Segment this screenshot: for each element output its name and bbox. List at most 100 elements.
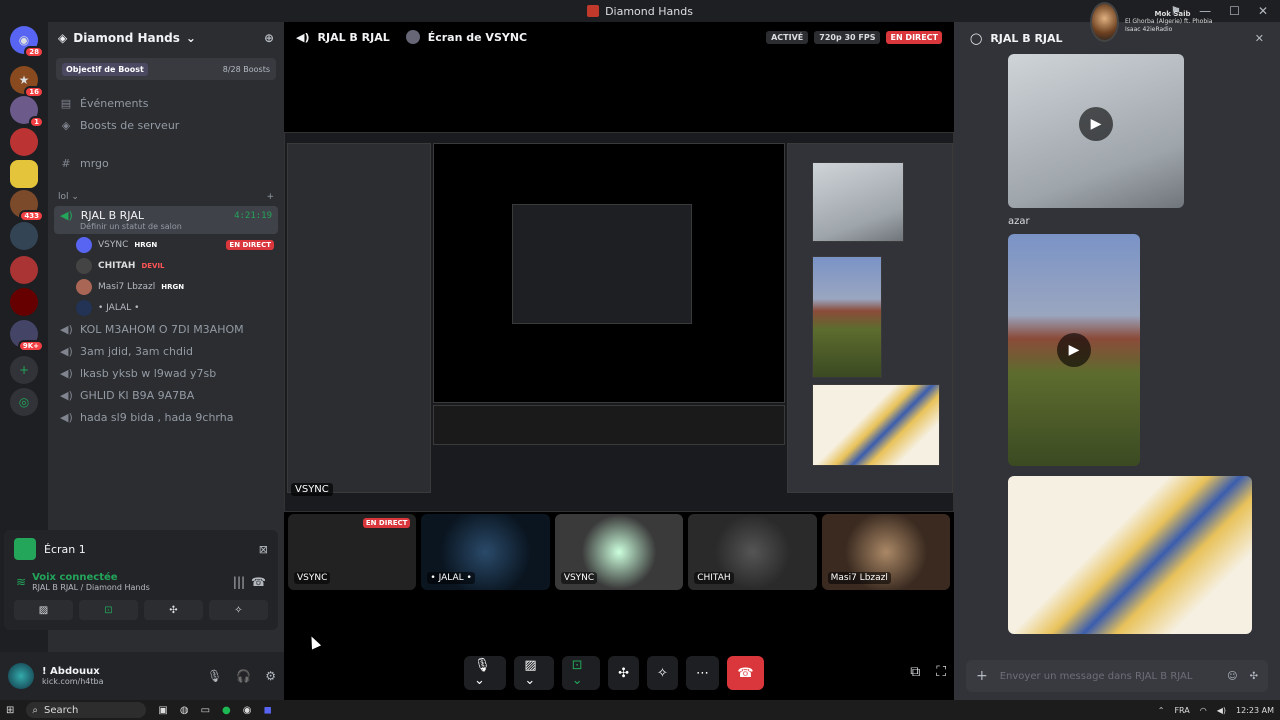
tile-label: • JALAL •	[427, 572, 475, 584]
browser-icon[interactable]: ◍	[180, 705, 189, 716]
invite-icon[interactable]: ⊕	[264, 31, 274, 45]
popout-icon[interactable]: ⧉	[910, 664, 920, 680]
start-icon[interactable]: ⊞	[6, 705, 14, 716]
system-tray: ⌃ FRA ◠ ◀) 12:23 AM	[1158, 706, 1274, 715]
discord-icon[interactable]: ◼	[264, 705, 272, 716]
tile-label: VSYNC	[560, 572, 598, 584]
gear-icon[interactable]: ⚙	[265, 669, 276, 683]
guild-header[interactable]: ◈ Diamond Hands ⌄ ⊕	[48, 22, 284, 54]
stage-header: ◀) RJAL B RJAL Écran de VSYNC ACTIVÉ 720…	[284, 22, 954, 52]
share-screen-button[interactable]: ⊡	[79, 600, 138, 620]
server-icon[interactable]: 433	[10, 190, 44, 222]
participant-tile[interactable]: EN DIRECT VSYNC	[288, 514, 417, 590]
voice-location: RJAL B RJAL / Diamond Hands	[32, 583, 150, 592]
member-name: VSYNC	[98, 239, 129, 250]
participant-tile[interactable]: Masi7 Lbzazl	[821, 514, 951, 590]
shared-screen[interactable]: VSYNC	[284, 132, 954, 512]
microphone-icon[interactable]: 🎙	[207, 669, 222, 683]
play-icon[interactable]: ▶	[1057, 333, 1091, 367]
participant-tile[interactable]: VSYNC	[554, 514, 684, 590]
voice-status: ≋ Voix connectée RJAL B RJAL / Diamond Ha…	[4, 568, 278, 596]
volume-icon[interactable]: ◀)	[1217, 706, 1226, 715]
message-input[interactable]: + Envoyer un message dans RJAL B RJAL ☺ …	[966, 660, 1268, 692]
soundboard-button[interactable]: ✧	[647, 656, 678, 690]
badge: 1	[29, 116, 44, 128]
participant-tile[interactable]: CHITAH	[688, 514, 817, 590]
close-icon[interactable]: ✕	[1255, 32, 1264, 45]
server-icon[interactable]: ★ 16	[10, 66, 44, 98]
clock[interactable]: 12:23 AM	[1236, 706, 1274, 715]
server-icon[interactable]	[10, 256, 38, 284]
voice-member[interactable]: CHITAH DEVIL	[48, 255, 284, 276]
image-attachment[interactable]	[1008, 476, 1252, 634]
taskbar-search[interactable]: ⌕ Search	[26, 702, 147, 718]
video-attachment[interactable]: ▶	[1008, 234, 1140, 466]
voice-member[interactable]: Masi7 Lbzazl HRGN	[48, 276, 284, 297]
apps-icon[interactable]: ✣	[1250, 671, 1258, 682]
chat-bubble-icon: ◯	[970, 31, 983, 45]
taskview-icon[interactable]: ▣	[158, 705, 167, 716]
voice-channel[interactable]: ◀) lkasb yksb w l9wad y7sb	[48, 362, 284, 384]
category-lol[interactable]: lol ⌄ +	[48, 188, 284, 206]
speaker-icon: ◀)	[60, 410, 73, 424]
voice-channel[interactable]: ◀) hada sl9 bida , hada 9chrha	[48, 406, 284, 428]
lang-indicator[interactable]: FRA	[1174, 706, 1189, 715]
quality-badge[interactable]: 720p 30 FPS	[814, 30, 881, 44]
camera-button[interactable]: ▨ ⌄	[514, 656, 554, 690]
play-icon[interactable]: ▶	[1079, 107, 1113, 141]
now-playing-overlay: Mok Saib El Ghorba (Algerie) ft. Phobia I…	[1090, 2, 1220, 42]
participant-tile[interactable]: • JALAL •	[421, 514, 550, 590]
voice-member[interactable]: • JALAL •	[48, 297, 284, 318]
voice-connected-label[interactable]: Voix connectée	[32, 572, 150, 583]
more-icon[interactable]: ⋯	[685, 656, 719, 690]
camera-off-button[interactable]: ▨	[14, 600, 73, 620]
channel-status[interactable]: Définir un statut de salon	[80, 222, 272, 231]
nested-media	[812, 256, 882, 378]
server-icon[interactable]	[10, 288, 38, 316]
disconnect-icon[interactable]: ☎	[251, 575, 266, 589]
share-screen-button[interactable]: ⊡ ⌄	[561, 656, 601, 690]
voice-channel[interactable]: ◀) KOL M3AHOM O 7DI M3AHOM	[48, 318, 284, 340]
avatar[interactable]	[8, 663, 34, 689]
server-icon[interactable]	[10, 222, 38, 250]
server-folder[interactable]: 9K+	[10, 320, 44, 352]
headphones-icon[interactable]: 🎧	[236, 669, 251, 683]
server-boosts-item[interactable]: ◈ Boosts de serveur	[48, 114, 284, 136]
folder-icon[interactable]: ▭	[201, 705, 210, 716]
video-attachment[interactable]: ▶	[1008, 54, 1184, 208]
activities-button[interactable]: ✣	[144, 600, 203, 620]
add-attachment-icon[interactable]: +	[976, 668, 988, 684]
voice-channel[interactable]: ◀) GHLID KI B9A 9A7BA	[48, 384, 284, 406]
spotify-icon[interactable]: ●	[222, 705, 231, 716]
add-server-icon[interactable]: +	[10, 356, 38, 384]
boosts-label: Boosts de serveur	[80, 118, 180, 132]
leave-call-button[interactable]: ☎	[726, 656, 764, 690]
chrome-icon[interactable]: ◉	[243, 705, 252, 716]
create-channel-icon[interactable]: +	[266, 192, 274, 202]
activities-button[interactable]: ✣	[608, 656, 640, 690]
close-icon[interactable]: ✕	[1258, 4, 1268, 18]
maximize-icon[interactable]: ☐	[1229, 4, 1240, 18]
stop-stream-icon[interactable]: ⊠	[259, 543, 268, 556]
server-icon[interactable]	[10, 160, 38, 188]
voice-channel[interactable]: ◀) 3am jdid, 3am chdid	[48, 340, 284, 362]
server-icon[interactable]: 1	[10, 96, 44, 128]
events-item[interactable]: ▤ Événements	[48, 92, 284, 114]
tray-chevron-icon[interactable]: ⌃	[1158, 706, 1165, 715]
nested-media	[812, 384, 940, 466]
soundboard-button[interactable]: ✧	[209, 600, 268, 620]
message-placeholder: Envoyer un message dans RJAL B RJAL	[999, 670, 1193, 682]
server-icon[interactable]	[10, 128, 38, 156]
voice-member[interactable]: VSYNC HRGN EN DIRECT	[48, 234, 284, 255]
text-channel-mrgo[interactable]: # mrgo	[48, 152, 284, 174]
explore-icon[interactable]: ◎	[10, 388, 38, 416]
voice-channel-active[interactable]: ◀) RJAL B RJAL 4:21:19 Définir un statut d…	[54, 206, 278, 234]
noise-icon[interactable]: |||	[233, 575, 245, 589]
microphone-button[interactable]: 🎙 ⌄	[464, 656, 507, 690]
app-icon	[587, 5, 600, 17]
home-button[interactable]: ◉ 28	[10, 26, 44, 58]
wifi-icon[interactable]: ◠	[1200, 706, 1207, 715]
emoji-icon[interactable]: ☺	[1227, 671, 1237, 682]
boost-goal-bar[interactable]: Objectif de Boost 8/28 Boosts	[56, 58, 276, 80]
fullscreen-icon[interactable]: ⛶	[936, 664, 946, 680]
